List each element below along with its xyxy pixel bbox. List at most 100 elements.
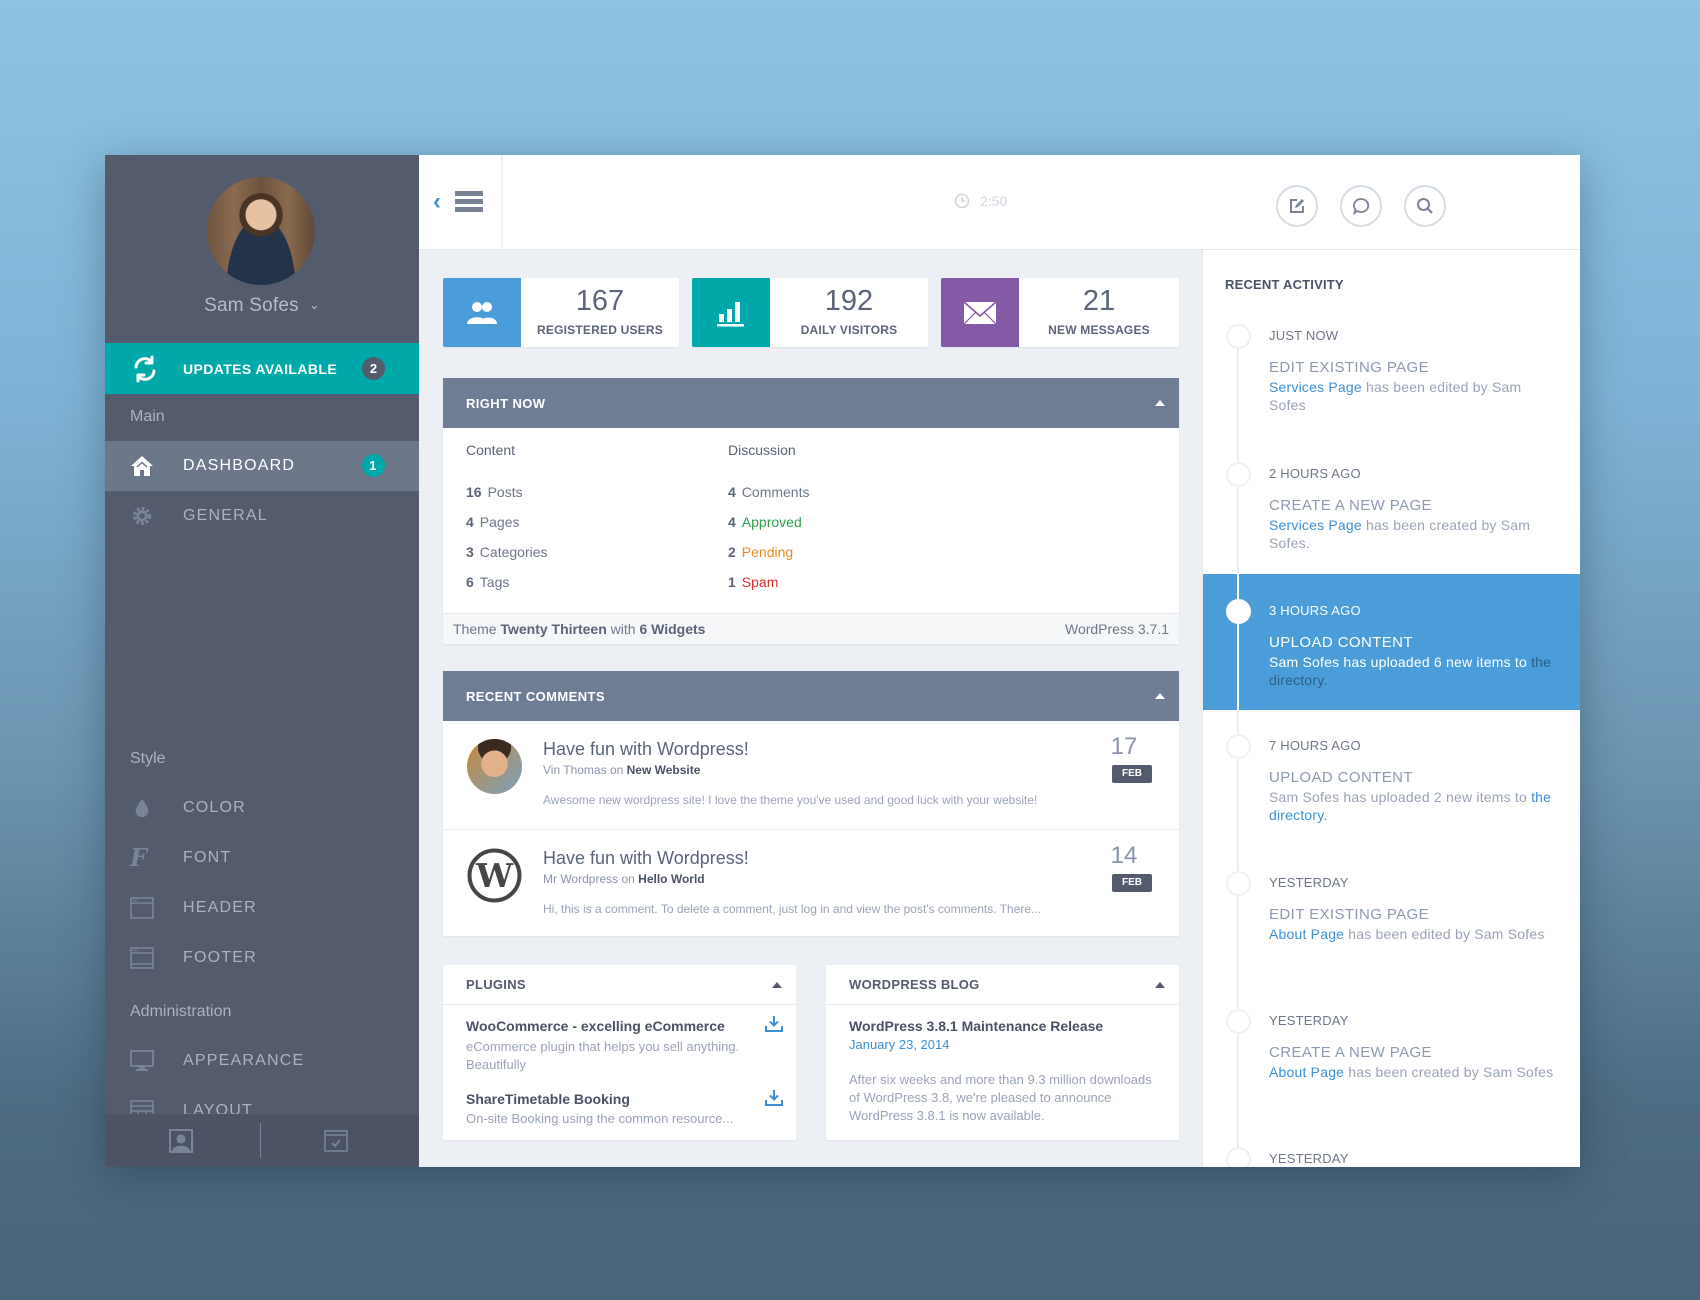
sidebar-item-appearance[interactable]: APPEARANCE — [105, 1036, 419, 1086]
font-icon: F — [130, 843, 149, 872]
updates-count-badge: 2 — [362, 357, 385, 380]
hamburger-icon — [455, 191, 483, 214]
collapse-caret-icon[interactable] — [1155, 982, 1165, 988]
user-profile: Sam Sofes ⌄ — [105, 155, 419, 343]
content-row[interactable]: 6 Tags — [466, 574, 509, 590]
activity-link[interactable]: Services Page — [1269, 517, 1362, 533]
right-now-header: RIGHT NOW — [443, 378, 1179, 428]
user-avatar[interactable] — [207, 177, 315, 285]
sidebar-item-font[interactable]: F FONT — [105, 833, 419, 883]
edit-icon — [1290, 199, 1304, 213]
section-title-style: Style — [130, 750, 166, 767]
comment-item[interactable]: W Have fun with Wordpress! Mr Wordpress … — [443, 829, 1179, 937]
envelope-icon — [941, 278, 1019, 347]
timeline-dot — [1226, 734, 1251, 759]
comment-meta: Mr Wordpress on Hello World — [543, 872, 705, 886]
content-row[interactable]: 3 Categories — [466, 544, 548, 560]
updates-available-banner[interactable]: UPDATES AVAILABLE 2 — [105, 343, 419, 394]
activity-link[interactable]: Services Page — [1269, 379, 1362, 395]
theme-name-link[interactable]: Twenty Thirteen — [500, 621, 606, 637]
discussion-header: Discussion — [728, 442, 796, 458]
activity-link[interactable]: About Page — [1269, 1064, 1344, 1080]
activity-item[interactable]: YESTERDAY — [1203, 1135, 1580, 1167]
plugin-name[interactable]: WooCommerce - excelling eCommerce — [466, 1018, 725, 1034]
footer-divider — [260, 1123, 261, 1158]
comment-month-badge: FEB — [1112, 765, 1152, 783]
bar-chart-icon — [692, 278, 770, 347]
window-footer-icon — [130, 947, 154, 969]
content-row[interactable]: 16 Posts — [466, 484, 523, 500]
comment-post-link[interactable]: Hello World — [638, 872, 704, 886]
discussion-row-comments[interactable]: 4 Comments — [728, 484, 809, 500]
discussion-row-pending[interactable]: 2 Pending — [728, 544, 793, 560]
search-button[interactable] — [1404, 185, 1446, 227]
users-icon — [443, 278, 521, 347]
activity-item-highlighted[interactable]: 3 HOURS AGO UPLOAD CONTENT Sam Sofes has… — [1203, 574, 1580, 710]
stat-card-new-messages[interactable]: 21 NEW MESSAGES — [941, 278, 1179, 347]
download-icon[interactable] — [765, 1015, 783, 1033]
comment-title[interactable]: Have fun with Wordpress! — [543, 848, 749, 869]
wordpress-blog-header: WORDPRESS BLOG — [826, 965, 1179, 1005]
comment-month-badge: FEB — [1112, 874, 1152, 892]
plugin-description: eCommerce plugin that helps you sell any… — [466, 1039, 740, 1072]
collapse-caret-icon[interactable] — [1155, 693, 1165, 699]
main-content: 167 REGISTERED USERS 192 DAILY VISITORS … — [419, 250, 1202, 1167]
activity-title: EDIT EXISTING PAGE — [1269, 359, 1430, 376]
activity-item[interactable]: 2 HOURS AGO CREATE A NEW PAGE Services P… — [1203, 450, 1580, 586]
activity-time: JUST NOW — [1269, 328, 1339, 343]
droplet-icon — [135, 798, 149, 818]
chevron-down-icon: ⌄ — [308, 297, 320, 312]
activity-item[interactable]: YESTERDAY EDIT EXISTING PAGE About Page … — [1203, 859, 1580, 995]
window-header-icon — [130, 897, 154, 919]
panel-title: WORDPRESS BLOG — [849, 977, 980, 992]
clock-icon — [954, 193, 970, 209]
clock: 2:50 — [954, 193, 1007, 209]
gear-icon — [132, 506, 152, 526]
user-name: Sam Sofes — [204, 295, 299, 316]
sidebar-item-footer[interactable]: FOOTER — [105, 933, 419, 983]
sidebar-item-label: FOOTER — [183, 949, 257, 966]
comment-post-link[interactable]: New Website — [627, 763, 701, 777]
user-profile-icon[interactable] — [169, 1129, 193, 1153]
comment-title[interactable]: Have fun with Wordpress! — [543, 739, 749, 760]
clock-time: 2:50 — [980, 193, 1008, 209]
compose-button[interactable] — [1276, 185, 1318, 227]
activity-item[interactable]: 7 HOURS AGO UPLOAD CONTENT Sam Sofes has… — [1203, 722, 1580, 858]
timeline-dot — [1226, 462, 1251, 487]
panel-title: PLUGINS — [466, 977, 526, 992]
discussion-row-approved[interactable]: 4 Approved — [728, 514, 802, 530]
chevron-left-icon: ‹ — [433, 188, 441, 215]
activity-time: 2 HOURS AGO — [1269, 466, 1361, 481]
content-row[interactable]: 4 Pages — [466, 514, 520, 530]
plugins-panel: PLUGINS WooCommerce - excelling eCommerc… — [443, 965, 796, 1140]
comment-text: Hi, this is a comment. To delete a comme… — [543, 902, 1042, 916]
discussion-row-spam[interactable]: 1 Spam — [728, 574, 778, 590]
stat-card-daily-visitors[interactable]: 192 DAILY VISITORS — [692, 278, 928, 347]
stat-value: 21 — [1082, 285, 1116, 317]
search-icon — [1417, 198, 1433, 214]
comment-item[interactable]: Have fun with Wordpress! Vin Thomas on N… — [443, 721, 1179, 829]
activity-description: Services Page has been edited by Sam Sof… — [1269, 379, 1522, 413]
user-menu-toggle[interactable]: Sam Sofes ⌄ — [105, 295, 419, 317]
messages-button[interactable] — [1340, 185, 1382, 227]
sidebar-toggle-button[interactable]: ‹ — [419, 155, 503, 250]
window-check-icon[interactable] — [324, 1129, 348, 1153]
right-now-footer: Theme Twenty Thirteen with 6 Widgets Wor… — [443, 613, 1179, 644]
activity-link[interactable]: About Page — [1269, 926, 1344, 942]
svg-text:W: W — [475, 856, 514, 895]
activity-title: UPLOAD CONTENT — [1269, 634, 1413, 651]
collapse-caret-icon[interactable] — [772, 982, 782, 988]
plugin-name[interactable]: ShareTimetable Booking — [466, 1091, 630, 1107]
collapse-caret-icon[interactable] — [1155, 400, 1165, 406]
sidebar-item-general[interactable]: GENERAL — [105, 491, 419, 541]
download-icon[interactable] — [765, 1089, 783, 1107]
activity-item[interactable]: JUST NOW EDIT EXISTING PAGE Services Pag… — [1203, 312, 1580, 448]
stat-card-registered-users[interactable]: 167 REGISTERED USERS — [443, 278, 679, 347]
activity-item[interactable]: YESTERDAY CREATE A NEW PAGE About Page h… — [1203, 997, 1580, 1133]
sidebar-item-color[interactable]: COLOR — [105, 783, 419, 833]
blog-post-title[interactable]: WordPress 3.8.1 Maintenance Release — [849, 1018, 1103, 1034]
widgets-link[interactable]: 6 Widgets — [639, 621, 705, 637]
sidebar-item-header[interactable]: HEADER — [105, 883, 419, 933]
activity-description: Sam Sofes has uploaded 2 new items to th… — [1269, 789, 1552, 823]
sidebar-item-dashboard[interactable]: DASHBOARD 1 — [105, 441, 419, 491]
